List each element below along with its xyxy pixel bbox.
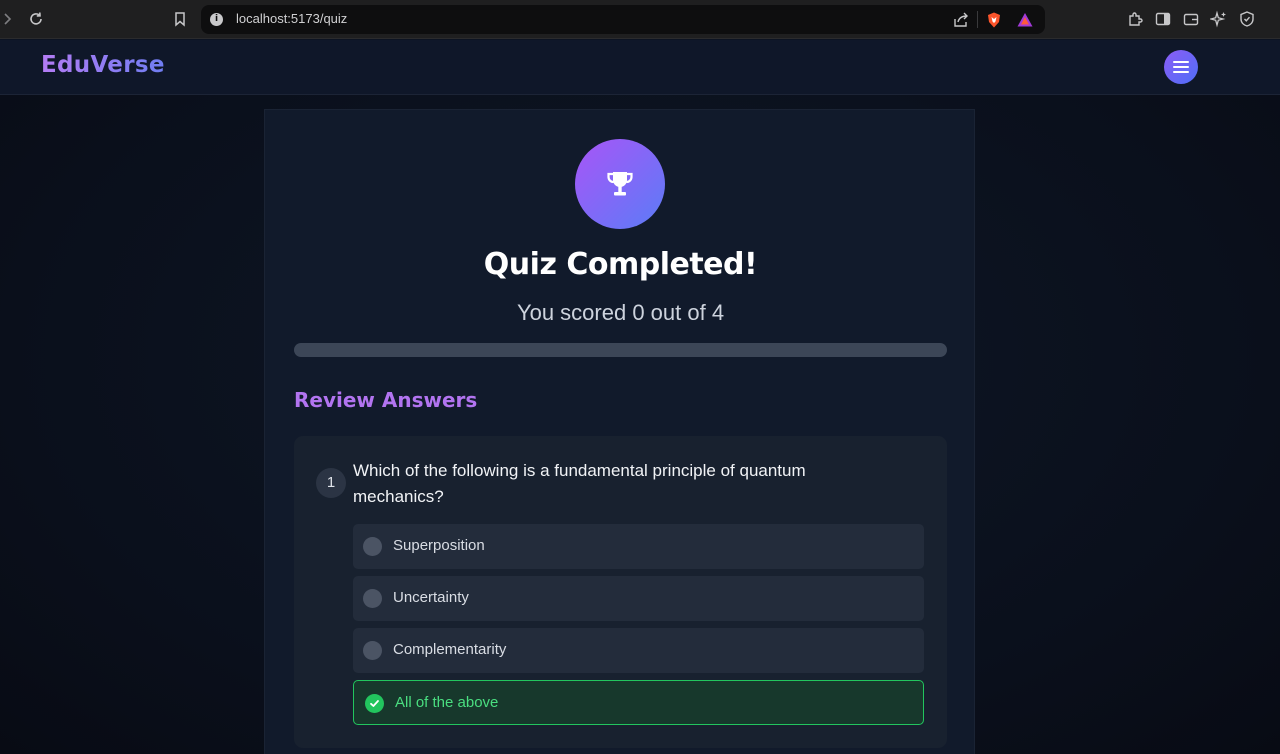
option-label: All of the above bbox=[395, 694, 499, 711]
vpn-icon[interactable] bbox=[1238, 10, 1256, 28]
radio-icon bbox=[363, 537, 382, 556]
sidebar-icon[interactable] bbox=[1154, 10, 1172, 28]
menu-button[interactable] bbox=[1164, 50, 1198, 84]
quiz-result-card: Quiz Completed! You scored 0 out of 4 Re… bbox=[264, 109, 975, 754]
trophy-badge bbox=[575, 139, 665, 229]
score-progress-bar bbox=[294, 343, 947, 357]
brave-rewards-icon[interactable] bbox=[1016, 11, 1034, 29]
score-text: You scored 0 out of 4 bbox=[516, 300, 725, 325]
radio-icon bbox=[363, 589, 382, 608]
address-bar[interactable]: i localhost:5173/quiz bbox=[201, 5, 1045, 34]
url-divider bbox=[977, 11, 978, 28]
option-label: Superposition bbox=[393, 537, 485, 554]
answer-option: Uncertainty bbox=[353, 576, 924, 621]
brand-logo[interactable]: EduVerse bbox=[41, 52, 165, 78]
brave-shield-icon[interactable] bbox=[985, 11, 1003, 29]
extensions-icon[interactable] bbox=[1126, 10, 1144, 28]
answer-option-correct: All of the above bbox=[353, 680, 924, 725]
review-section-title: Review Answers bbox=[294, 388, 478, 412]
share-icon[interactable] bbox=[952, 11, 970, 29]
question-text: Which of the following is a fundamental … bbox=[353, 461, 806, 506]
option-label: Uncertainty bbox=[393, 589, 469, 606]
leo-ai-icon[interactable] bbox=[1210, 10, 1228, 28]
forward-icon[interactable] bbox=[0, 10, 18, 28]
answer-option: Complementarity bbox=[353, 628, 924, 673]
app-header: EduVerse bbox=[0, 40, 1280, 95]
check-circle-icon bbox=[365, 694, 384, 713]
question-review-card: 1 Which of the following is a fundamenta… bbox=[294, 436, 947, 748]
browser-toolbar: i localhost:5173/quiz bbox=[0, 0, 1280, 39]
question-number: 1 bbox=[316, 468, 346, 498]
wallet-icon[interactable] bbox=[1182, 10, 1200, 28]
reload-icon[interactable] bbox=[27, 10, 45, 28]
answer-option: Superposition bbox=[353, 524, 924, 569]
trophy-icon bbox=[607, 172, 633, 196]
site-info-icon[interactable]: i bbox=[210, 13, 223, 26]
url-text[interactable]: localhost:5173/quiz bbox=[236, 11, 347, 26]
hamburger-icon bbox=[1173, 61, 1189, 73]
result-title: Quiz Completed! bbox=[483, 247, 758, 282]
option-label: Complementarity bbox=[393, 641, 507, 658]
radio-icon bbox=[363, 641, 382, 660]
bookmark-icon[interactable] bbox=[171, 10, 189, 28]
